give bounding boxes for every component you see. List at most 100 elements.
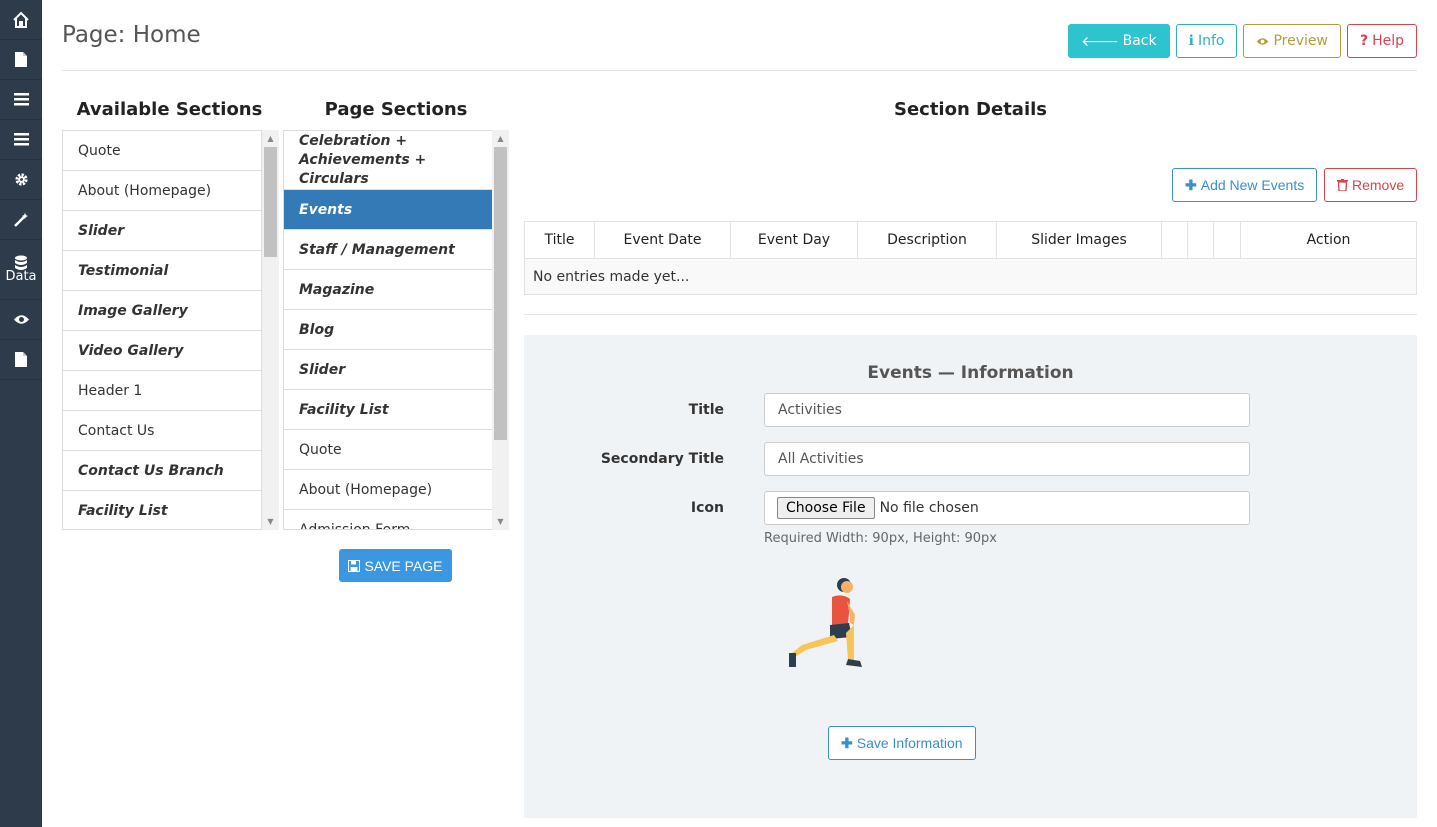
list-item[interactable]: Slider	[63, 211, 261, 251]
list-item[interactable]: About (Homepage)	[284, 470, 492, 510]
list-item[interactable]: Facility List	[284, 390, 492, 430]
main-content: Page: Home 🡐 Back ℹ Info Preview ? Help …	[42, 0, 1437, 827]
available-section-item-label: Header 1	[78, 382, 143, 399]
info-label: Info	[1197, 33, 1225, 49]
table-header-row: Title Event Date Event Day Description S…	[524, 221, 1417, 259]
preview-button[interactable]: Preview	[1243, 24, 1341, 58]
icon-label: Icon	[690, 500, 724, 516]
list-item[interactable]: Header 1	[63, 371, 261, 411]
list-item[interactable]: Blog	[284, 310, 492, 350]
list-item[interactable]: Staff / Management	[284, 230, 492, 270]
sidebar-menu-2[interactable]	[0, 120, 42, 160]
column-action: Action	[1240, 221, 1417, 259]
back-button[interactable]: 🡐 Back	[1068, 24, 1170, 58]
header-actions: 🡐 Back ℹ Info Preview ? Help	[1068, 24, 1417, 58]
section-details-title: Section Details	[893, 99, 1048, 120]
info-button[interactable]: ℹ Info	[1175, 24, 1238, 58]
sidebar-preview[interactable]	[0, 300, 42, 340]
list-item[interactable]: Contact Us Branch	[63, 451, 261, 491]
title-input[interactable]	[764, 393, 1250, 427]
arrow-left-icon: 🡐	[1081, 33, 1119, 50]
remove-button[interactable]: Remove	[1324, 168, 1418, 202]
list-item[interactable]: Magazine	[284, 270, 492, 310]
page-section-item-label: About (Homepage)	[299, 481, 433, 498]
secondary-title-input[interactable]	[764, 442, 1250, 476]
column-empty	[1213, 221, 1241, 259]
back-label: Back	[1122, 33, 1157, 49]
list-item[interactable]: About (Homepage)	[63, 171, 261, 211]
available-section-item-label: Contact Us	[78, 422, 155, 439]
available-section-item-label: About (Homepage)	[78, 182, 212, 199]
help-label: Help	[1372, 33, 1404, 49]
icon-help-text: Required Width: 90px, Height: 90px	[764, 531, 997, 546]
sidebar-files[interactable]	[0, 340, 42, 380]
available-sections-title: Available Sections	[76, 99, 263, 120]
save-information-label: Save Information	[856, 735, 963, 751]
list-item[interactable]: Testimonial	[63, 251, 261, 291]
page-section-item-label: Staff / Management	[299, 241, 455, 258]
panel-title: Events — Information	[867, 363, 1074, 383]
available-sections-scrollbar[interactable]: ▲ ▼	[262, 130, 279, 530]
save-information-button[interactable]: ✚ Save Information	[828, 726, 976, 760]
column-empty	[1187, 221, 1214, 259]
scroll-thumb[interactable]	[264, 147, 277, 257]
sidebar-data[interactable]: Data	[0, 240, 42, 300]
list-item[interactable]: Contact Us	[63, 411, 261, 451]
list-item[interactable]: Image Gallery	[63, 291, 261, 331]
icon-file-input[interactable]: Choose File No file chosen	[764, 491, 1250, 525]
gear-icon	[14, 173, 28, 186]
eye-icon	[1257, 37, 1269, 45]
list-item[interactable]: Admission Form	[284, 510, 492, 530]
add-new-events-button[interactable]: ✚ Add New Events	[1172, 168, 1318, 202]
sidebar-theme[interactable]	[0, 200, 42, 240]
question-icon: ?	[1359, 33, 1369, 49]
sidebar: Data	[0, 0, 42, 827]
preview-label: Preview	[1273, 33, 1328, 49]
remove-label: Remove	[1352, 177, 1405, 193]
table-row: No entries made yet...	[524, 258, 1417, 295]
sidebar-pages[interactable]	[0, 40, 42, 80]
scroll-up-icon[interactable]: ▲	[492, 130, 509, 147]
available-sections-list[interactable]: Quote About (Homepage) Slider Testimonial Im…	[62, 130, 262, 530]
page-section-item-label: Quote	[299, 441, 342, 458]
list-item[interactable]: Quote	[284, 430, 492, 470]
list-item[interactable]: Video Gallery	[63, 331, 261, 371]
list-item[interactable]: Events	[284, 190, 492, 230]
list-item[interactable]: Slider	[284, 350, 492, 390]
events-table: Title Event Date Event Day Description S…	[524, 221, 1417, 295]
list-icon	[13, 93, 29, 106]
sidebar-settings[interactable]	[0, 160, 42, 200]
column-empty	[1161, 221, 1188, 259]
available-section-item-label: Slider	[78, 222, 125, 239]
events-information-panel: Events — Information Title Secondary Tit…	[524, 335, 1417, 818]
list-item[interactable]: Quote	[63, 131, 261, 171]
column-description: Description	[857, 221, 997, 259]
info-icon: ℹ	[1188, 33, 1194, 49]
list-item[interactable]: Facility List	[63, 491, 261, 529]
scroll-down-icon[interactable]: ▼	[262, 513, 279, 530]
list-item[interactable]: Celebration + Achievements + Circulars	[284, 131, 492, 190]
page-sections-scrollbar[interactable]: ▲ ▼	[492, 130, 509, 530]
scroll-up-icon[interactable]: ▲	[262, 130, 279, 147]
trash-icon	[1337, 179, 1348, 191]
save-page-button[interactable]: SAVE PAGE	[339, 549, 452, 582]
floppy-disk-icon	[348, 559, 361, 572]
list-icon	[13, 133, 29, 146]
scroll-down-icon[interactable]: ▼	[492, 513, 509, 530]
add-new-events-label: Add New Events	[1200, 177, 1305, 193]
home-icon	[13, 11, 29, 28]
file-icon	[15, 52, 27, 67]
help-button[interactable]: ? Help	[1346, 24, 1417, 58]
plus-icon: ✚	[1185, 176, 1197, 193]
sidebar-menu-1[interactable]	[0, 80, 42, 120]
available-section-item-label: Facility List	[78, 502, 168, 519]
secondary-title-label: Secondary Title	[600, 451, 724, 467]
sidebar-home[interactable]	[0, 0, 42, 40]
plus-icon: ✚	[841, 734, 853, 751]
empty-table-message: No entries made yet...	[524, 258, 1417, 295]
choose-file-button[interactable]: Choose File	[777, 497, 875, 519]
page-section-item-label: Slider	[299, 361, 346, 378]
scroll-thumb[interactable]	[494, 147, 507, 440]
file-icon	[15, 352, 27, 367]
page-sections-list[interactable]: Celebration + Achievements + Circulars Ev…	[283, 130, 493, 530]
